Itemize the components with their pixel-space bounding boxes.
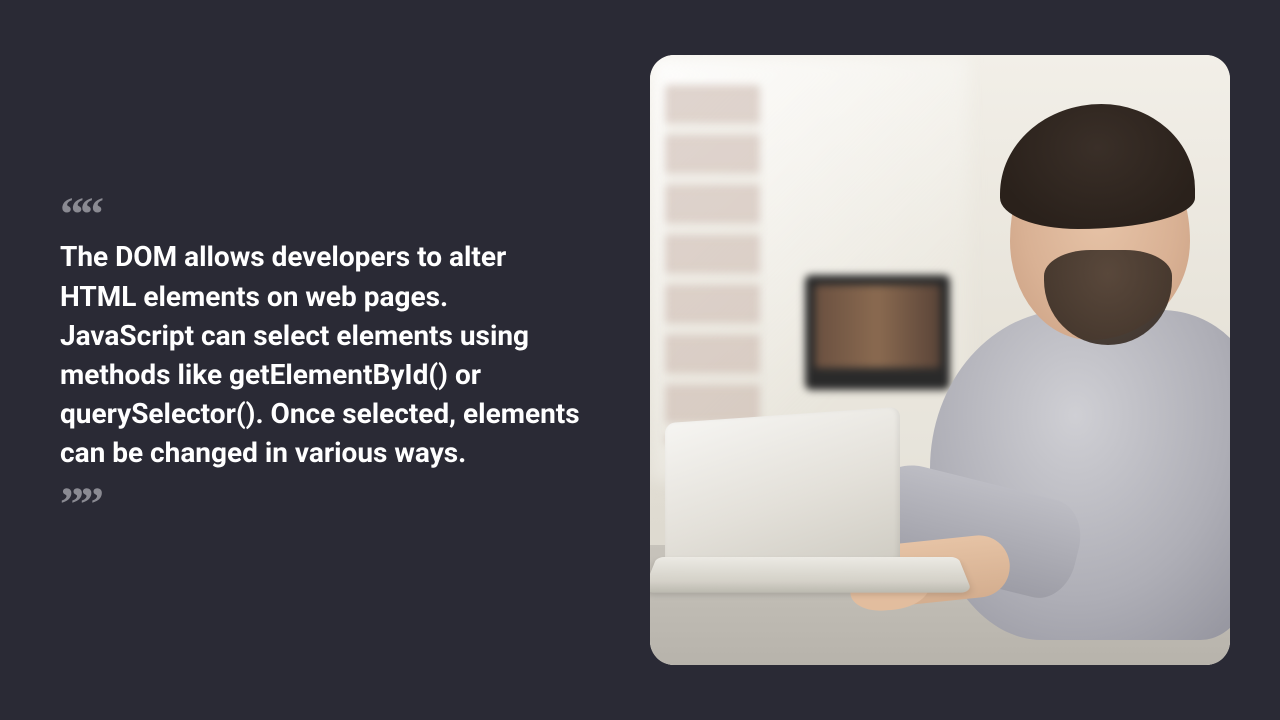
- bookshelf: [665, 85, 760, 445]
- quote-text: The DOM allows developers to alter HTML …: [60, 237, 580, 472]
- quote-block: ““ The DOM allows developers to alter HT…: [60, 201, 600, 520]
- open-quote-icon: ““: [60, 201, 580, 230]
- person-hair: [1000, 104, 1195, 229]
- close-quote-icon: ””: [60, 491, 580, 520]
- laptop-screen: [665, 407, 900, 578]
- laptop-base: [650, 557, 973, 593]
- photo-scene: [650, 55, 1230, 665]
- slide-container: ““ The DOM allows developers to alter HT…: [0, 0, 1280, 720]
- hero-photo: [650, 55, 1230, 665]
